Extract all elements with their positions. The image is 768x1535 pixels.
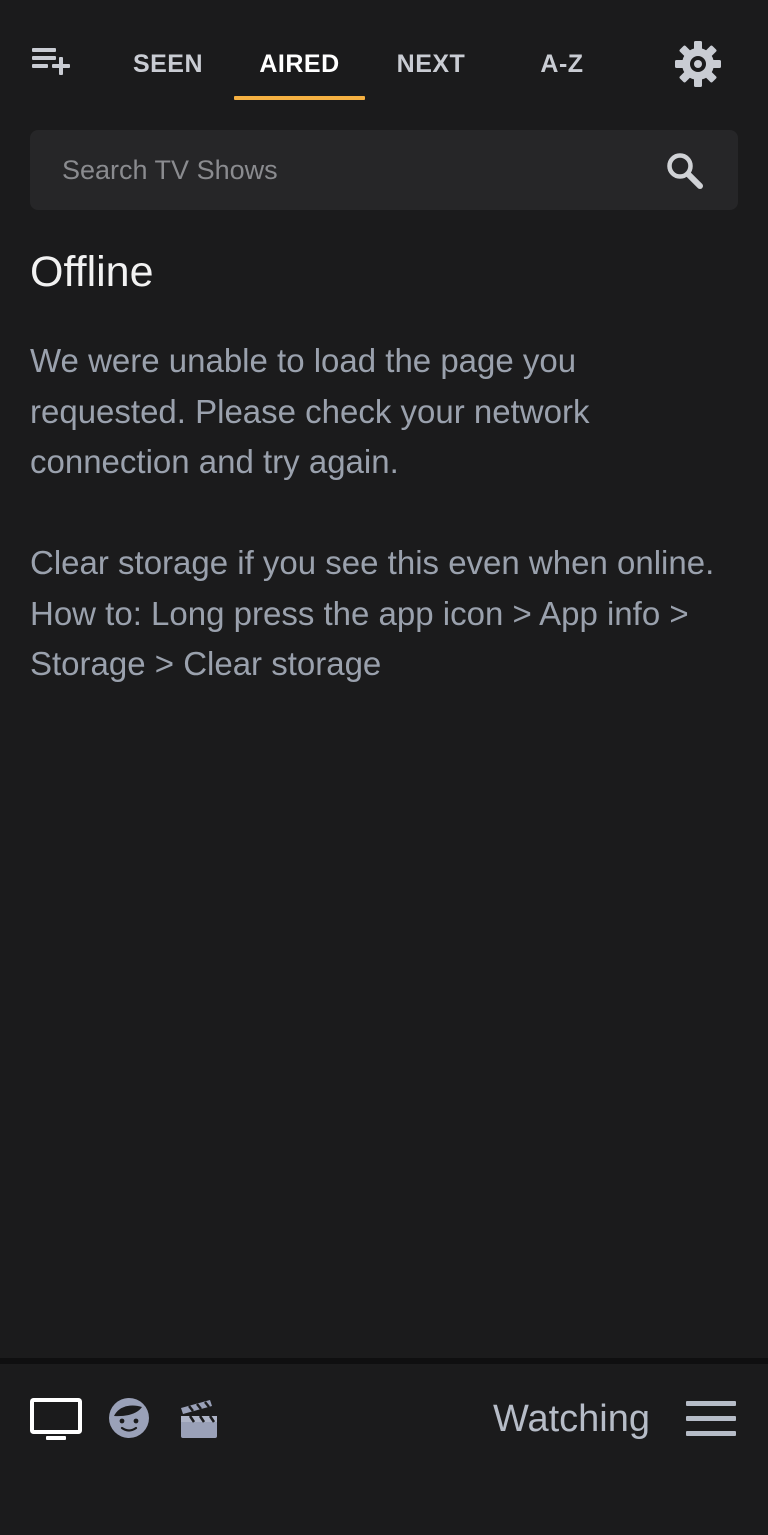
tab-a-z[interactable]: A-Z: [512, 44, 612, 84]
offline-message: We were unable to load the page you requ…: [30, 342, 590, 480]
hamburger-menu-icon[interactable]: [684, 1398, 738, 1440]
bottom-navigation-bar: [0, 1364, 768, 1535]
search-icon[interactable]: [666, 152, 704, 190]
top-tab-bar: SEEN AIRED NEXT A-Z: [0, 0, 768, 100]
tab-next[interactable]: NEXT: [380, 44, 482, 84]
playlist-add-icon[interactable]: [30, 44, 72, 80]
section-label-watching[interactable]: Watching: [493, 1396, 650, 1442]
clear-storage-hint: Clear storage if you see this even when …: [30, 544, 715, 682]
gear-icon[interactable]: [674, 40, 722, 88]
face-icon[interactable]: [108, 1397, 150, 1439]
movie-clapper-icon[interactable]: [178, 1398, 220, 1440]
search-bar: [30, 130, 738, 210]
active-tab-indicator: [234, 96, 365, 100]
tv-icon[interactable]: [30, 1398, 82, 1442]
tab-seen[interactable]: SEEN: [118, 44, 218, 84]
tab-aired[interactable]: AIRED: [234, 44, 365, 84]
page-title: Offline: [30, 248, 154, 296]
search-input[interactable]: [62, 130, 652, 210]
